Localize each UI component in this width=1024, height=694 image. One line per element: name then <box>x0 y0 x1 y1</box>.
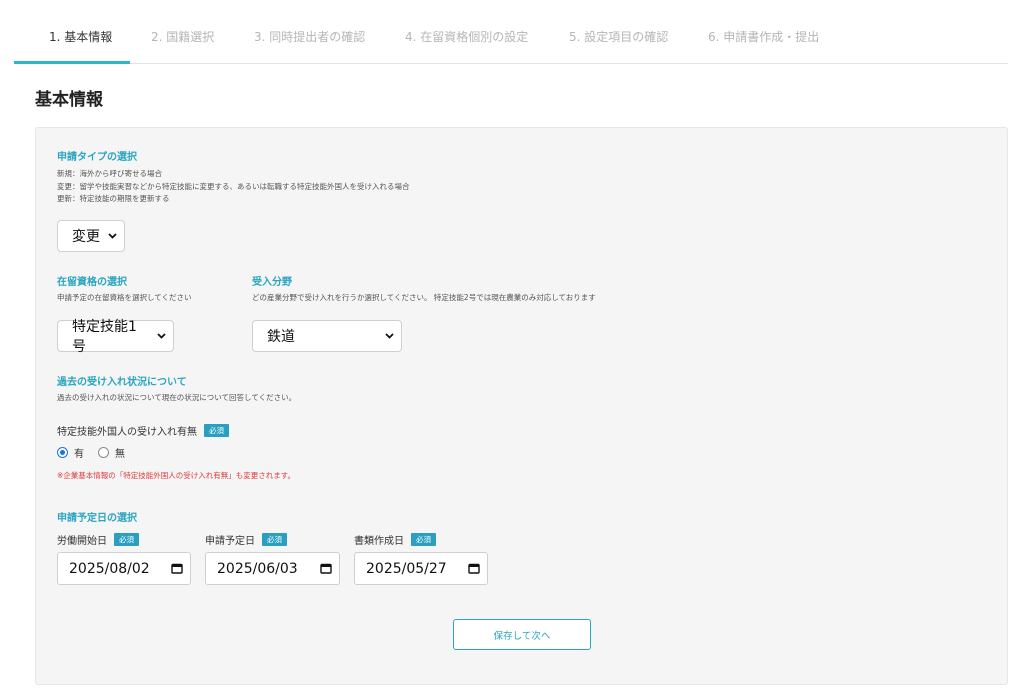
document-date-input[interactable]: 2025/05/27 <box>354 552 488 585</box>
residence-status-title: 在留資格の選択 <box>57 277 127 288</box>
application-date-label-row: 申請予定日 必須 <box>205 532 287 547</box>
page-title: 基本情報 <box>35 90 103 110</box>
work-start-date-value: 2025/08/02 <box>69 560 150 577</box>
radio-checked-icon <box>57 447 68 458</box>
work-start-label-row: 労働開始日 必須 <box>57 532 139 547</box>
chevron-down-icon <box>377 320 401 352</box>
step-nationality[interactable]: 2. 国籍選択 <box>151 28 214 45</box>
required-badge: 必須 <box>262 533 287 546</box>
required-badge: 必須 <box>114 533 139 546</box>
application-type-title: 申請タイプの選択 <box>57 152 137 163</box>
work-start-date-input[interactable]: 2025/08/02 <box>57 552 191 585</box>
application-date-input[interactable]: 2025/06/03 <box>205 552 340 585</box>
acceptance-yes-label: 有 <box>74 449 84 460</box>
acceptance-no-radio[interactable]: 無 <box>98 445 125 460</box>
step-residence-settings[interactable]: 4. 在留資格個別の設定 <box>405 28 528 45</box>
required-badge: 必須 <box>204 424 229 437</box>
calendar-icon[interactable] <box>461 552 487 585</box>
calendar-icon[interactable] <box>313 552 339 585</box>
acceptance-radio-group: 有 無 <box>57 445 139 460</box>
chevron-down-icon <box>149 320 173 352</box>
step-create-submit[interactable]: 6. 申請書作成・提出 <box>708 28 819 45</box>
acceptance-question-label: 特定技能外国人の受け入れ有無 <box>57 427 197 438</box>
residence-status-value: 特定技能1号 <box>72 319 137 355</box>
step-basic-info[interactable]: 1. 基本情報 <box>49 28 112 45</box>
step-confirm-settings[interactable]: 5. 設定項目の確認 <box>569 28 668 45</box>
document-date-value: 2025/05/27 <box>366 560 447 577</box>
application-type-note-change: 変更：留学や技能実習などから特定技能に変更する、あるいは転職する特定技能外国人を… <box>57 181 410 191</box>
calendar-icon[interactable] <box>164 552 190 585</box>
field-note: どの産業分野で受け入れを行うか選択してください。 特定技能2号では現在農業のみ対… <box>252 293 596 302</box>
active-step-indicator <box>14 61 130 64</box>
past-acceptance-note: 過去の受け入れの状況について現在の状況について回答してください。 <box>57 393 297 402</box>
document-date-label-row: 書類作成日 必須 <box>354 532 436 547</box>
application-type-note-new: 新規：海外から呼び寄せる場合 <box>57 169 162 178</box>
field-select[interactable]: 鉄道 <box>252 320 402 352</box>
past-acceptance-title: 過去の受け入れ状況について <box>57 377 187 388</box>
application-type-select[interactable]: 変更 <box>57 220 125 252</box>
radio-unchecked-icon <box>98 447 109 458</box>
acceptance-no-label: 無 <box>115 449 125 460</box>
application-date-label: 申請予定日 <box>205 536 255 547</box>
save-and-next-button[interactable]: 保存して次へ <box>453 619 591 650</box>
work-start-label: 労働開始日 <box>57 536 107 547</box>
step-navigation: 1. 基本情報 2. 国籍選択 3. 同時提出者の確認 4. 在留資格個別の設定… <box>14 0 1008 64</box>
residence-status-note: 申請予定の在留資格を選択してください <box>57 293 192 302</box>
application-type-note-renew: 更新：特定技能の期限を更新する <box>57 194 170 203</box>
form-panel <box>35 127 1008 685</box>
residence-status-select[interactable]: 特定技能1号 <box>57 319 174 355</box>
acceptance-warning: ※企業基本情報の「特定技能外国人の受け入れ有無」も変更されます。 <box>57 471 296 480</box>
application-type-value: 変更 <box>72 229 100 245</box>
application-date-value: 2025/06/03 <box>217 560 298 577</box>
acceptance-question: 特定技能外国人の受け入れ有無 必須 <box>57 423 229 438</box>
document-date-label: 書類作成日 <box>354 536 404 547</box>
field-title: 受入分野 <box>252 277 292 288</box>
step-co-submitters[interactable]: 3. 同時提出者の確認 <box>254 28 365 45</box>
schedule-title: 申請予定日の選択 <box>57 513 137 524</box>
chevron-down-icon <box>100 220 124 252</box>
required-badge: 必須 <box>411 533 436 546</box>
field-value: 鉄道 <box>267 329 295 345</box>
acceptance-yes-radio[interactable]: 有 <box>57 445 84 460</box>
